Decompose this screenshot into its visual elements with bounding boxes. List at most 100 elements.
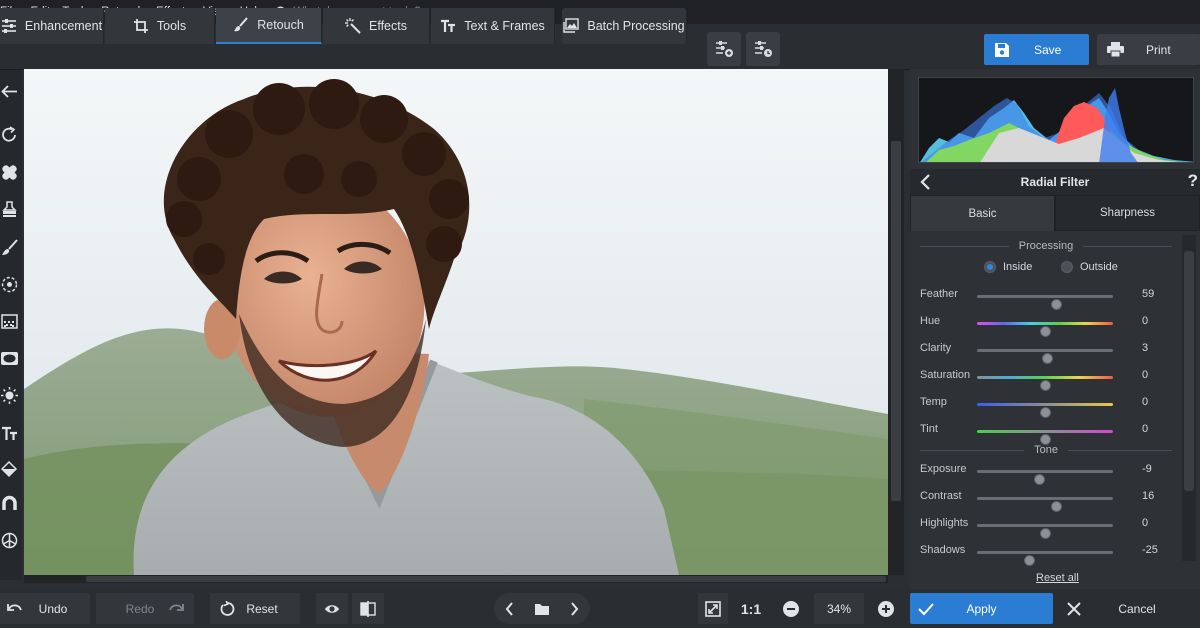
slider-contrast[interactable]: Contrast 16 [920, 488, 1172, 512]
slider-knob[interactable] [1034, 474, 1045, 485]
undo-label: Undo [38, 601, 68, 616]
zoom-level[interactable]: 34% [814, 593, 864, 624]
tab-batch-processing[interactable]: Batch Processing [562, 8, 687, 44]
compare-button[interactable] [352, 593, 384, 624]
slider-value: 0 [1142, 369, 1149, 381]
slider-knob[interactable] [1042, 353, 1053, 364]
slider-track[interactable] [977, 403, 1113, 418]
clone-stamp-tool[interactable] [0, 200, 18, 218]
preset-history-button[interactable] [746, 32, 780, 66]
folder-icon[interactable] [534, 601, 550, 617]
slider-label: Exposure [920, 463, 967, 475]
slider-value: 16 [1142, 490, 1155, 502]
slider-track[interactable] [977, 376, 1113, 391]
slider-knob[interactable] [1040, 326, 1051, 337]
bandage-icon [1, 164, 17, 180]
reset-label: Reset [246, 601, 278, 616]
help-icon[interactable]: ? [1188, 171, 1198, 191]
preview-button[interactable] [316, 593, 348, 624]
rotate-tool[interactable] [0, 125, 18, 143]
slider-track[interactable] [977, 551, 1113, 566]
radio-inside-dot[interactable] [984, 261, 996, 273]
crop-icon [133, 19, 148, 33]
canvas-horizontal-scrollbar[interactable] [24, 575, 888, 583]
rotate-icon [1, 125, 16, 142]
slider-knob[interactable] [1040, 407, 1051, 418]
slider-track[interactable] [977, 295, 1113, 310]
healing-tool[interactable] [0, 163, 18, 181]
compare-icon [360, 600, 376, 617]
slider-knob[interactable] [1051, 501, 1062, 512]
adjustment-panel: Radial Filter ? Basic Sharpness Processi… [910, 69, 1200, 589]
brush-icon [234, 17, 248, 32]
slider-label: Hue [920, 315, 941, 327]
fit-to-screen-button[interactable] [698, 593, 728, 624]
radial-filter-icon [1, 276, 17, 292]
slider-track[interactable] [977, 497, 1113, 512]
slider-hue[interactable]: Hue 0 [920, 313, 1172, 337]
chevron-right-icon[interactable] [566, 601, 582, 617]
slider-knob[interactable] [1024, 555, 1035, 566]
zoom-out-button[interactable] [778, 593, 804, 624]
slider-saturation[interactable]: Saturation 0 [920, 367, 1172, 391]
tab-effects[interactable]: Effects [323, 8, 430, 44]
slider-knob[interactable] [1040, 528, 1051, 539]
chevron-left-icon[interactable] [502, 601, 518, 617]
slider-track[interactable] [977, 470, 1113, 485]
fill-tool[interactable] [0, 460, 18, 478]
slider-track[interactable] [977, 349, 1113, 364]
text-icon [1, 426, 17, 440]
slider-track[interactable] [977, 430, 1113, 445]
light-tool[interactable] [0, 386, 18, 404]
back-tool[interactable] [0, 82, 18, 100]
tab-enhancement[interactable]: Enhancement [0, 8, 104, 44]
tab-sharpness[interactable]: Sharpness [1055, 195, 1200, 231]
save-button[interactable]: Save [984, 34, 1089, 65]
brush-tool[interactable] [0, 238, 18, 256]
slider-feather[interactable]: Feather 59 [920, 286, 1172, 310]
reset-button[interactable]: Reset [210, 593, 300, 624]
slider-shadows[interactable]: Shadows -25 [920, 542, 1172, 566]
color-tool[interactable] [0, 531, 18, 549]
radial-filter-tool[interactable] [0, 275, 18, 293]
brush-icon [1, 238, 18, 255]
color-circle-icon [1, 532, 17, 548]
slider-temp[interactable]: Temp 0 [920, 394, 1172, 418]
canvas-vertical-scrollbar[interactable] [888, 69, 904, 575]
cancel-button[interactable]: Cancel [1060, 593, 1200, 624]
slider-knob[interactable] [1040, 380, 1051, 391]
slider-track[interactable] [977, 524, 1113, 539]
vignette-tool[interactable] [0, 349, 18, 367]
slider-highlights[interactable]: Highlights 0 [920, 515, 1172, 539]
tab-tools[interactable]: Tools [105, 8, 215, 44]
tab-text-frames[interactable]: Text & Frames [431, 8, 555, 44]
reset-all-link[interactable]: Reset all [1036, 572, 1079, 584]
photo-canvas[interactable] [24, 69, 888, 575]
slider-track[interactable] [977, 322, 1113, 337]
zoom-in-button[interactable] [873, 593, 899, 624]
slider-clarity[interactable]: Clarity 3 [920, 340, 1172, 364]
save-label: Save [1034, 42, 1062, 57]
actual-size-button[interactable]: 1:1 [736, 593, 766, 624]
redo-button[interactable]: Redo [96, 593, 194, 624]
vertical-scroll-thumb[interactable] [891, 141, 901, 501]
print-button[interactable]: Print [1097, 34, 1200, 65]
gradient-filter-tool[interactable] [0, 312, 18, 330]
apply-button[interactable]: Apply [910, 593, 1053, 624]
tab-basic[interactable]: Basic [910, 195, 1055, 231]
undo-button[interactable]: Undo [0, 593, 90, 624]
tab-retouch[interactable]: Retouch [216, 8, 322, 44]
slider-knob[interactable] [1051, 299, 1062, 310]
chevron-left-icon[interactable] [918, 173, 934, 191]
radio-outside-dot[interactable] [1061, 261, 1073, 273]
radio-inside[interactable]: Inside [984, 261, 1032, 273]
text-tool[interactable] [0, 424, 18, 442]
radio-outside[interactable]: Outside [1061, 261, 1118, 273]
panel-scrollbar[interactable] [1182, 235, 1196, 561]
panel-scroll-thumb[interactable] [1184, 251, 1194, 491]
slider-exposure[interactable]: Exposure -9 [920, 461, 1172, 485]
add-preset-button[interactable] [707, 32, 741, 66]
liquify-tool[interactable] [0, 494, 18, 512]
slider-tint[interactable]: Tint 0 [920, 421, 1172, 445]
horizontal-scroll-thumb[interactable] [86, 576, 886, 582]
